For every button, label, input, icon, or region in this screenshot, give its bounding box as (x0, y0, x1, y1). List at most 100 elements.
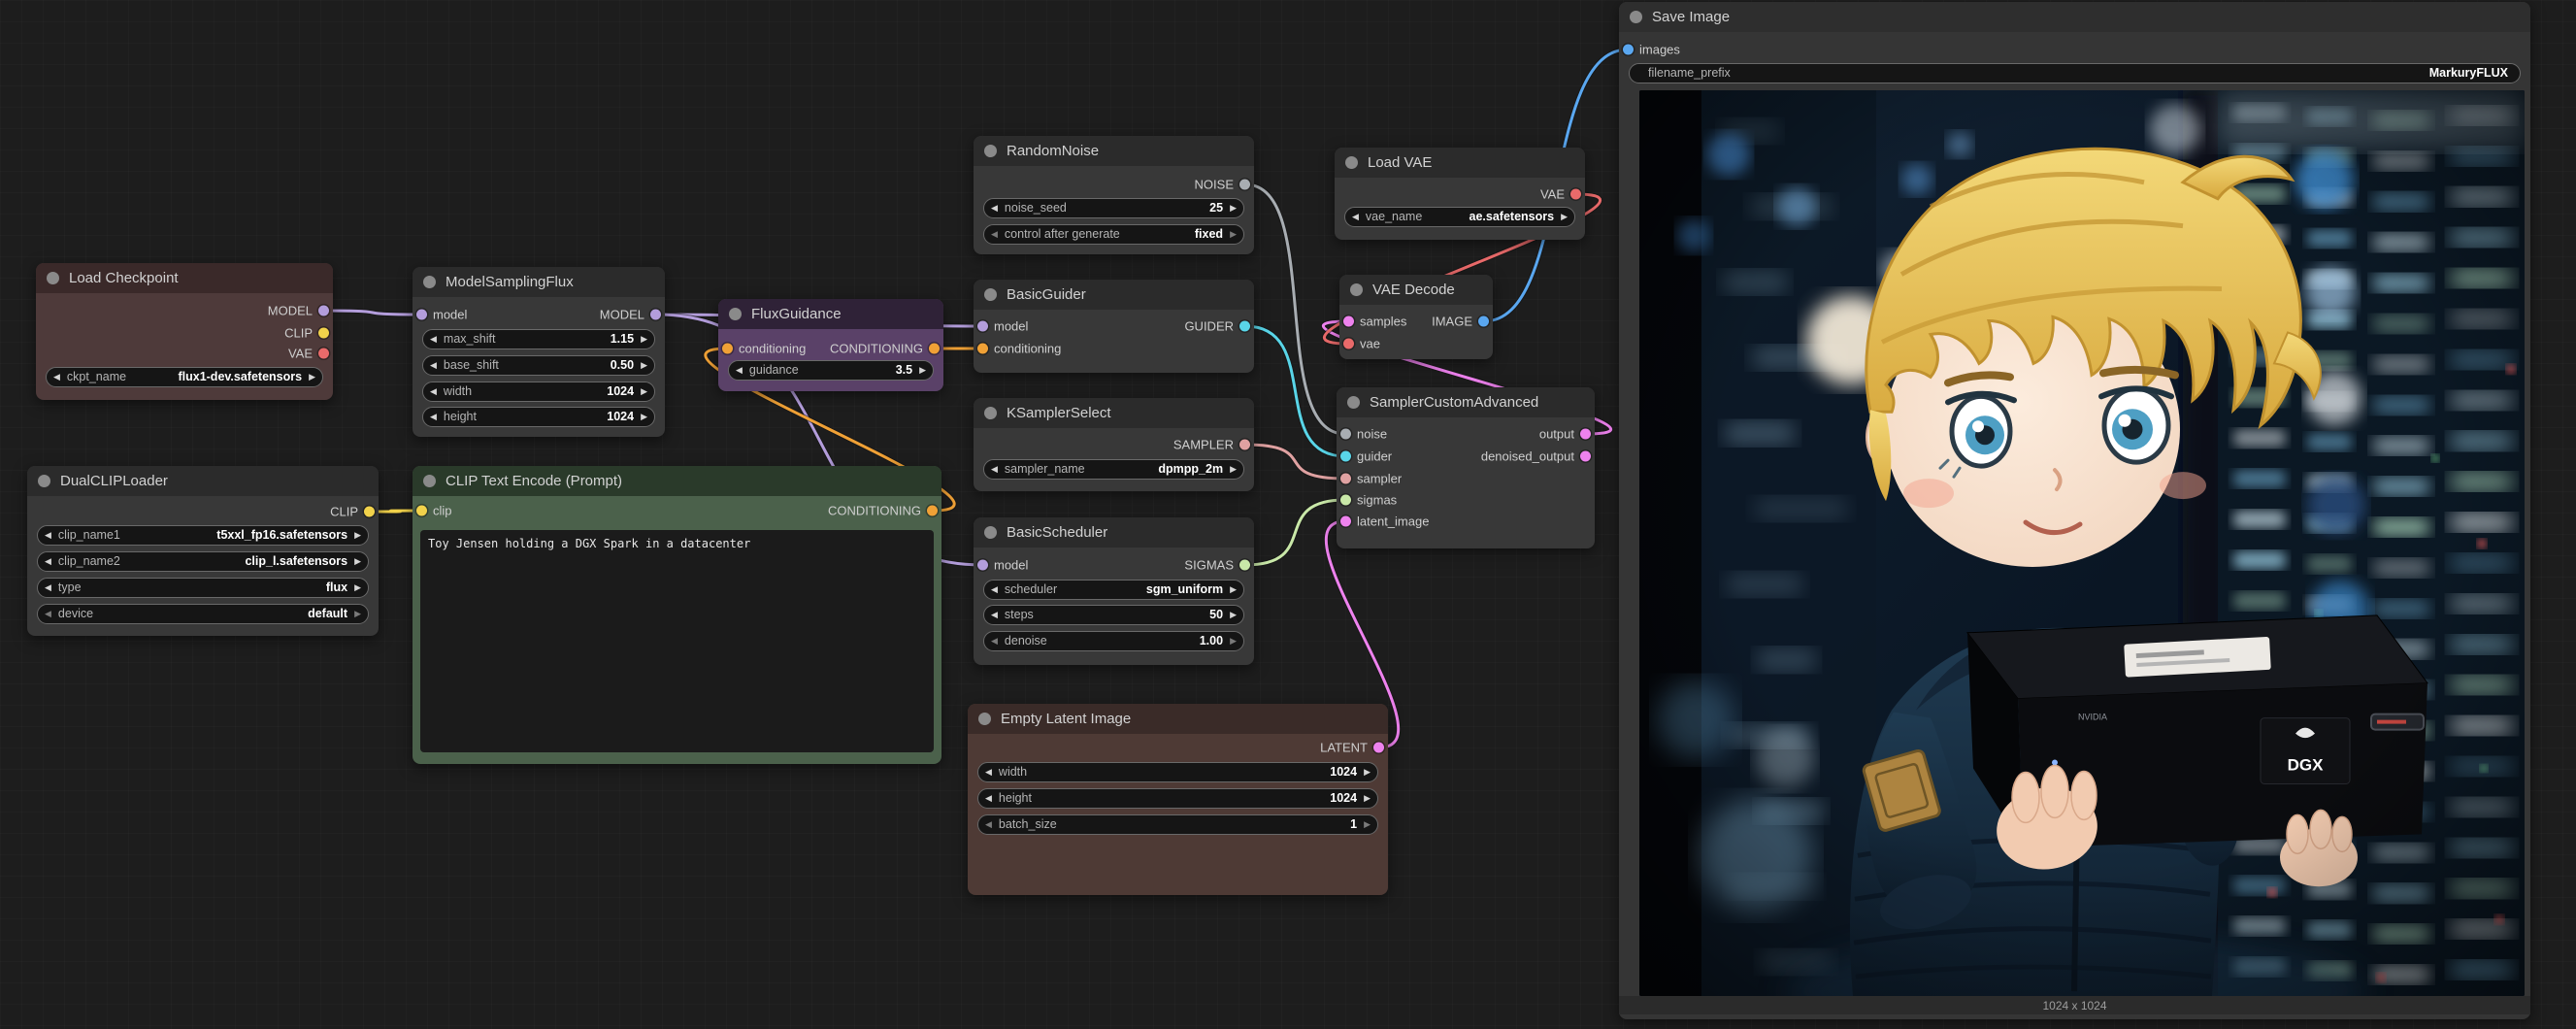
clip-output-dot[interactable] (364, 507, 375, 517)
widget-guidance[interactable]: ◀guidance3.5▶ (728, 360, 934, 381)
node-header[interactable]: DualCLIPLoader (27, 466, 379, 496)
widget-scheduler[interactable]: ◀schedulersgm_uniform▶ (983, 580, 1244, 600)
widget-value[interactable]: 25 (1209, 201, 1223, 215)
increment-arrow[interactable]: ▶ (919, 366, 926, 375)
widget-value[interactable]: 1024 (607, 384, 634, 398)
increment-arrow[interactable]: ▶ (354, 531, 361, 540)
widget-value[interactable]: 1 (1350, 817, 1357, 831)
widget-steps[interactable]: ◀steps50▶ (983, 605, 1244, 625)
node-header[interactable]: BasicGuider (974, 280, 1254, 310)
widget-value[interactable]: clip_l.safetensors (245, 554, 347, 568)
node-sampler_custom_advanced[interactable]: SamplerCustomAdvancednoiseguidersamplers… (1337, 387, 1595, 548)
vae-input-dot[interactable] (1343, 339, 1354, 349)
widget-value[interactable]: 1024 (607, 410, 634, 423)
widget-value[interactable]: ae.safetensors (1470, 210, 1555, 223)
widget-noise_seed[interactable]: ◀noise_seed25▶ (983, 198, 1244, 218)
prompt-textarea[interactable]: Toy Jensen holding a DGX Spark in a data… (420, 530, 934, 752)
latent-output-dot[interactable] (1580, 451, 1591, 462)
node-basic_guider[interactable]: BasicGuidermodelconditioningGUIDER (974, 280, 1254, 373)
widget-value[interactable]: fixed (1195, 227, 1223, 241)
decrement-arrow[interactable]: ◀ (991, 465, 998, 474)
widget-type[interactable]: ◀typeflux▶ (37, 578, 369, 598)
widget-vae_name[interactable]: ◀vae_nameae.safetensors▶ (1344, 207, 1575, 227)
increment-arrow[interactable]: ▶ (1230, 204, 1237, 213)
conditioning-output-dot[interactable] (929, 344, 940, 354)
increment-arrow[interactable]: ▶ (1364, 794, 1371, 803)
node-header[interactable]: RandomNoise (974, 136, 1254, 166)
node-flux_guidance[interactable]: FluxGuidanceconditioningCONDITIONING◀gui… (718, 299, 943, 391)
node-header[interactable]: CLIP Text Encode (Prompt) (413, 466, 941, 496)
decrement-arrow[interactable]: ◀ (991, 637, 998, 646)
node-header[interactable]: FluxGuidance (718, 299, 943, 329)
widget-value[interactable]: 50 (1209, 608, 1223, 621)
increment-arrow[interactable]: ▶ (309, 373, 315, 382)
widget-ckpt_name[interactable]: ◀ckpt_nameflux1-dev.safetensors▶ (46, 367, 323, 387)
decrement-arrow[interactable]: ◀ (1352, 213, 1359, 221)
generated-image-preview[interactable]: NVIDIA DGX (1639, 90, 2525, 996)
decrement-arrow[interactable]: ◀ (991, 230, 998, 239)
widget-value[interactable]: dpmpp_2m (1158, 462, 1223, 476)
conditioning-output-dot[interactable] (927, 506, 938, 516)
node-ksampler_select[interactable]: KSamplerSelectSAMPLER◀sampler_namedpmpp_… (974, 398, 1254, 491)
node-header[interactable]: Save Image (1619, 2, 2530, 32)
clip-output-dot[interactable] (318, 328, 329, 339)
widget-base_shift[interactable]: ◀base_shift0.50▶ (422, 355, 655, 376)
increment-arrow[interactable]: ▶ (354, 610, 361, 618)
increment-arrow[interactable]: ▶ (1230, 637, 1237, 646)
latent-output-dot[interactable] (1373, 743, 1384, 753)
widget-value[interactable]: 1.00 (1200, 634, 1223, 647)
model-output-dot[interactable] (650, 310, 661, 320)
node-header[interactable]: Load Checkpoint (36, 263, 333, 293)
widget-width[interactable]: ◀width1024▶ (422, 382, 655, 402)
sampler-output-dot[interactable] (1239, 440, 1250, 450)
widget-value[interactable]: 3.5 (896, 363, 912, 377)
model-output-dot[interactable] (318, 306, 329, 316)
increment-arrow[interactable]: ▶ (354, 557, 361, 566)
decrement-arrow[interactable]: ◀ (985, 794, 992, 803)
widget-filename_prefix[interactable]: filename_prefixMarkuryFLUX (1629, 63, 2521, 83)
noise-output-dot[interactable] (1239, 180, 1250, 190)
widget-max_shift[interactable]: ◀max_shift1.15▶ (422, 329, 655, 349)
increment-arrow[interactable]: ▶ (641, 361, 647, 370)
widget-value[interactable]: 1024 (1330, 765, 1357, 779)
widget-clip_name2[interactable]: ◀clip_name2clip_l.safetensors▶ (37, 551, 369, 572)
increment-arrow[interactable]: ▶ (354, 583, 361, 592)
node-empty_latent[interactable]: Empty Latent ImageLATENT◀width1024▶◀heig… (968, 704, 1388, 895)
node-save_image[interactable]: Save Imageimagesfilename_prefixMarkuryFL… (1619, 2, 2530, 1019)
node-header[interactable]: Load VAE (1335, 148, 1585, 178)
widget-height[interactable]: ◀height1024▶ (977, 788, 1378, 809)
widget-batch_size[interactable]: ◀batch_size1▶ (977, 814, 1378, 835)
image-input-dot[interactable] (1623, 45, 1634, 55)
vae-output-dot[interactable] (1570, 189, 1581, 200)
widget-value[interactable]: flux (326, 581, 347, 594)
node-header[interactable]: Empty Latent Image (968, 704, 1388, 734)
decrement-arrow[interactable]: ◀ (991, 204, 998, 213)
node-basic_scheduler[interactable]: BasicSchedulermodelSIGMAS◀schedulersgm_u… (974, 517, 1254, 665)
decrement-arrow[interactable]: ◀ (45, 583, 51, 592)
widget-device[interactable]: ◀devicedefault▶ (37, 604, 369, 624)
widget-control-after-generate[interactable]: ◀control after generatefixed▶ (983, 224, 1244, 245)
sampler-input-dot[interactable] (1340, 474, 1351, 484)
decrement-arrow[interactable]: ◀ (53, 373, 60, 382)
widget-value[interactable]: 1024 (1330, 791, 1357, 805)
widget-value[interactable]: t5xxl_fp16.safetensors (216, 528, 347, 542)
node-clip_text_encode[interactable]: CLIP Text Encode (Prompt)clipCONDITIONIN… (413, 466, 941, 764)
decrement-arrow[interactable]: ◀ (430, 387, 437, 396)
widget-sampler_name[interactable]: ◀sampler_namedpmpp_2m▶ (983, 459, 1244, 480)
node-header[interactable]: ModelSamplingFlux (413, 267, 665, 297)
decrement-arrow[interactable]: ◀ (45, 531, 51, 540)
node-header[interactable]: VAE Decode (1339, 275, 1493, 305)
decrement-arrow[interactable]: ◀ (736, 366, 743, 375)
decrement-arrow[interactable]: ◀ (991, 611, 998, 619)
widget-clip_name1[interactable]: ◀clip_name1t5xxl_fp16.safetensors▶ (37, 525, 369, 546)
widget-value[interactable]: default (308, 607, 347, 620)
decrement-arrow[interactable]: ◀ (430, 361, 437, 370)
latent-output-dot[interactable] (1580, 429, 1591, 440)
vae-output-dot[interactable] (318, 349, 329, 359)
widget-value[interactable]: sgm_uniform (1146, 582, 1223, 596)
increment-arrow[interactable]: ▶ (641, 413, 647, 421)
widget-value[interactable]: flux1-dev.safetensors (178, 370, 302, 383)
increment-arrow[interactable]: ▶ (1364, 768, 1371, 777)
node-header[interactable]: BasicScheduler (974, 517, 1254, 548)
node-model_sampling_flux[interactable]: ModelSamplingFluxmodelMODEL◀max_shift1.1… (413, 267, 665, 437)
